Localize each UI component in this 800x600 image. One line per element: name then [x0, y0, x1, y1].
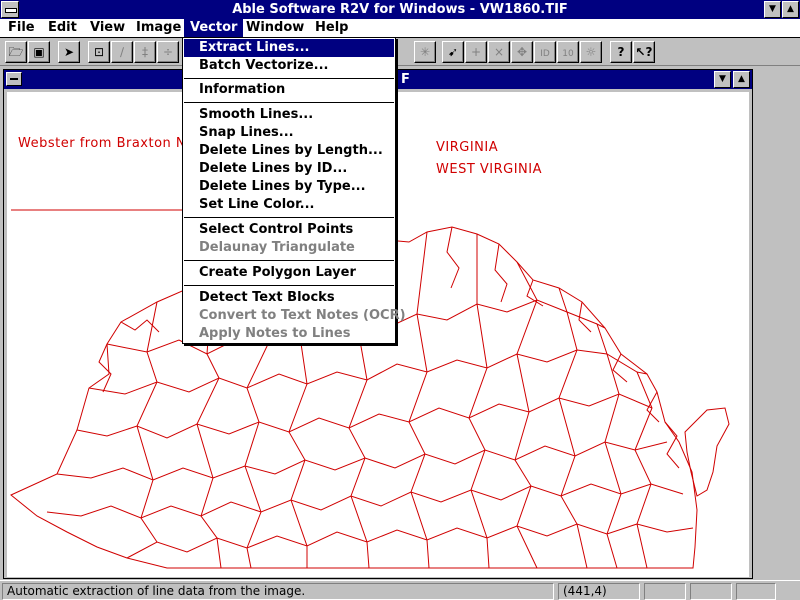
- add-point-tool-button[interactable]: +: [465, 41, 487, 63]
- move-icon: ✥: [516, 45, 528, 59]
- arrow-pointer-icon: ➤: [63, 45, 75, 59]
- menu-bar: File Edit View Image Vector Window Help: [0, 19, 800, 38]
- menu-item-batch-vectorize[interactable]: Batch Vectorize...: [184, 57, 394, 75]
- menu-item-extract-lines[interactable]: Extract Lines...: [184, 39, 394, 57]
- menu-separator: [184, 285, 394, 286]
- bulb-icon: ☼: [585, 45, 597, 59]
- light-tool-button[interactable]: ☼: [580, 41, 602, 63]
- cross-icon: ×: [493, 45, 505, 59]
- menu-item-apply-notes-to-lines: Apply Notes to Lines: [199, 326, 351, 341]
- menu-item-convert-to-text-notes: Convert to Text Notes (OCR): [199, 308, 406, 323]
- menu-item-delaunay-triangulate: Delaunay Triangulate: [199, 240, 355, 255]
- grid-icon: ✳: [419, 45, 431, 59]
- maximize-icon: ▲: [787, 4, 794, 14]
- set-id-tool-button[interactable]: ID: [534, 41, 556, 63]
- menu-item-detect-text-blocks[interactable]: Detect Text Blocks: [184, 289, 394, 307]
- menu-item-snap-lines[interactable]: Snap Lines...: [184, 124, 394, 142]
- menu-separator: [184, 217, 394, 218]
- context-help-button[interactable]: ↖?: [633, 41, 655, 63]
- pick-point-tool-button[interactable]: ➹: [442, 41, 464, 63]
- open-project-button[interactable]: 🗁: [5, 41, 27, 63]
- grid-tool-button[interactable]: ✳: [414, 41, 436, 63]
- id-icon: ID: [540, 49, 550, 59]
- save-project-button[interactable]: ▣: [28, 41, 50, 63]
- split-line-tool-button[interactable]: ‡: [134, 41, 156, 63]
- menu-item-set-line-color[interactable]: Set Line Color...: [184, 196, 394, 214]
- menu-item-create-polygon-layer[interactable]: Create Polygon Layer: [184, 264, 394, 282]
- status-coordinates: (441,4): [558, 583, 640, 600]
- edit-node-tool-button[interactable]: ⊡: [88, 41, 110, 63]
- label-tool-button[interactable]: 10: [557, 41, 579, 63]
- maximize-button[interactable]: ▲: [782, 1, 799, 18]
- minimize-icon: ▼: [719, 74, 726, 84]
- delete-point-tool-button[interactable]: ×: [488, 41, 510, 63]
- join-line-tool-button[interactable]: ÷: [157, 41, 179, 63]
- split-icon: ‡: [142, 45, 148, 59]
- plus-icon: +: [470, 45, 482, 59]
- maximize-icon: ▲: [738, 74, 745, 84]
- minimize-icon: ▼: [769, 4, 776, 14]
- pointer-question-icon: ↖?: [635, 45, 653, 59]
- document-title-text: F: [401, 72, 410, 87]
- menu-item-delete-lines-by-type[interactable]: Delete Lines by Type...: [184, 178, 394, 196]
- document-maximize-button[interactable]: ▲: [733, 71, 750, 88]
- menu-vector[interactable]: Vector: [184, 19, 244, 37]
- status-message: Automatic extraction of line data from t…: [2, 583, 554, 600]
- vector-menu-dropdown: Extract Lines... Batch Vectorize... Info…: [182, 37, 406, 344]
- menu-help[interactable]: Help: [309, 19, 354, 37]
- status-pane-blank-2: [690, 583, 732, 600]
- menu-separator: [184, 78, 394, 79]
- open-icon: 🗁: [8, 45, 24, 59]
- menu-image[interactable]: Image: [130, 19, 187, 37]
- menu-window[interactable]: Window: [240, 19, 310, 37]
- window-title: Able Software R2V for Windows - VW1860.T…: [232, 2, 568, 17]
- app-titlebar: Able Software R2V for Windows - VW1860.T…: [0, 0, 800, 19]
- save-icon: ▣: [33, 45, 45, 59]
- question-icon: ?: [617, 45, 625, 59]
- document-minimize-button[interactable]: ▼: [714, 71, 731, 88]
- toolbar: 🗁 ▣ ➤ ⊡ ∕ ‡ ÷ ✳ ➹ + × ✥ ID 10 ☼ ? ↖?: [0, 38, 800, 66]
- menu-edit[interactable]: Edit: [42, 19, 83, 37]
- menu-item-smooth-lines[interactable]: Smooth Lines...: [184, 106, 394, 124]
- menu-view[interactable]: View: [84, 19, 131, 37]
- pointer-plus-icon: ➹: [447, 45, 459, 59]
- status-bar: Automatic extraction of line data from t…: [0, 580, 800, 600]
- line-icon: ∕: [119, 45, 125, 59]
- menu-item-information[interactable]: Information: [184, 81, 394, 99]
- menu-item-delete-lines-by-length[interactable]: Delete Lines by Length...: [184, 142, 394, 160]
- status-pane-blank-3: [736, 583, 776, 600]
- menu-file[interactable]: File: [2, 19, 41, 37]
- menu-item-select-control-points[interactable]: Select Control Points: [184, 221, 394, 239]
- label-icon: 10: [562, 49, 574, 59]
- status-pane-blank-1: [644, 583, 686, 600]
- select-tool-button[interactable]: ➤: [58, 41, 80, 63]
- move-point-tool-button[interactable]: ✥: [511, 41, 533, 63]
- menu-separator: [184, 102, 394, 103]
- help-button[interactable]: ?: [610, 41, 632, 63]
- menu-separator: [184, 260, 394, 261]
- node-icon: ⊡: [93, 45, 105, 59]
- minimize-button[interactable]: ▼: [764, 1, 781, 18]
- draw-line-tool-button[interactable]: ∕: [111, 41, 133, 63]
- menu-item-delete-lines-by-id[interactable]: Delete Lines by ID...: [184, 160, 394, 178]
- join-icon: ÷: [162, 45, 174, 59]
